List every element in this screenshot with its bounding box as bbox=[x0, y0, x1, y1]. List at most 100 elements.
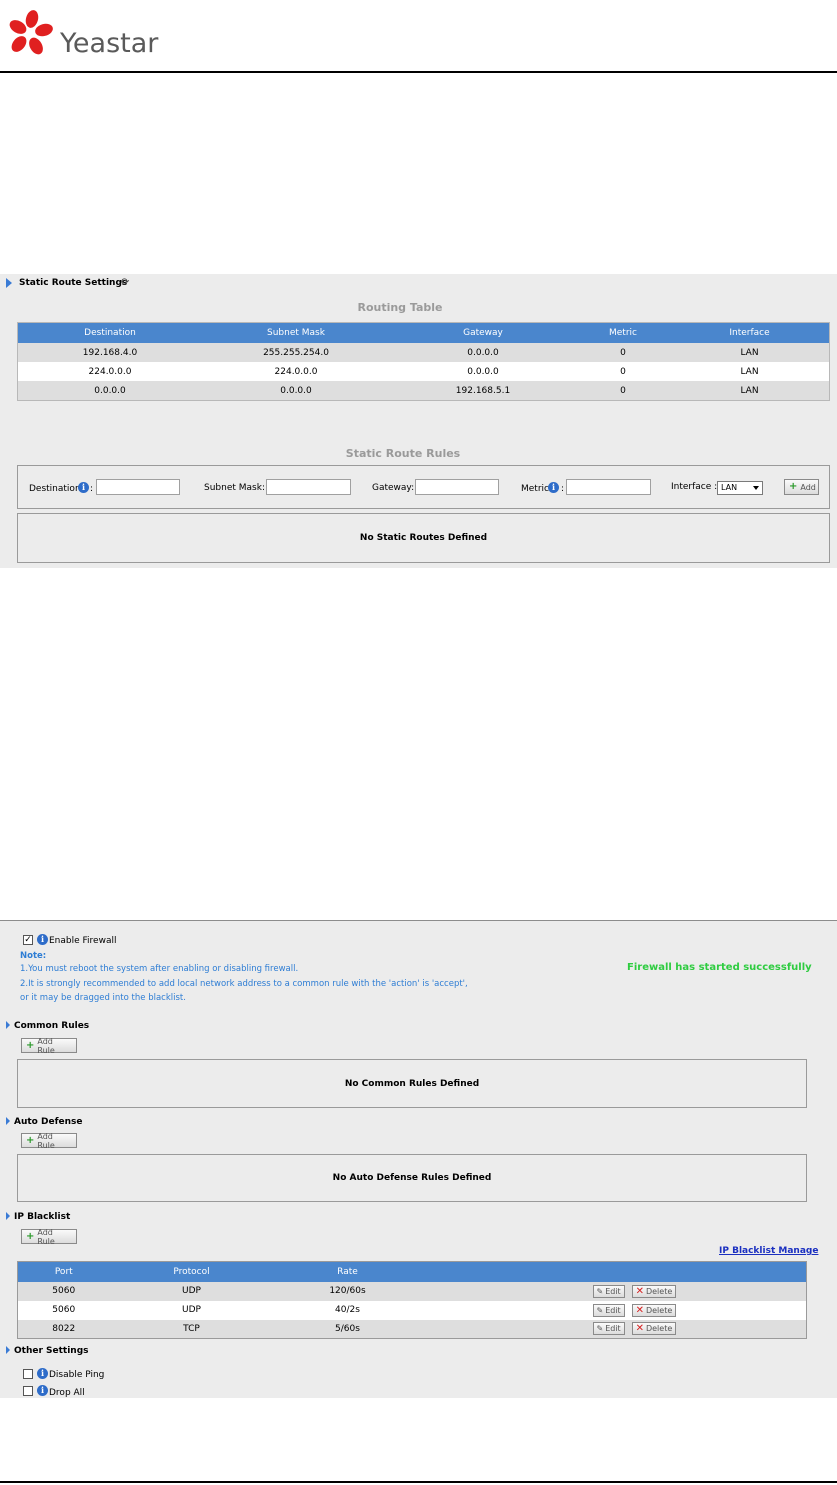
subnet-mask-label: Subnet Mask: bbox=[204, 483, 265, 493]
edit-icon: ✎ bbox=[596, 1324, 604, 1334]
edit-button[interactable]: ✎ Edit bbox=[592, 1303, 625, 1317]
common-rules-expand-icon[interactable] bbox=[6, 1021, 10, 1029]
destination-input[interactable] bbox=[96, 479, 180, 495]
interface-select[interactable]: LAN bbox=[717, 481, 763, 495]
section-expand-icon[interactable] bbox=[6, 278, 12, 288]
edit-button[interactable]: ✎ Edit bbox=[592, 1284, 625, 1298]
col-destination: Destination bbox=[18, 323, 202, 343]
destination-info-icon[interactable]: i bbox=[78, 482, 89, 493]
delete-button[interactable]: ✕ Delete bbox=[631, 1284, 677, 1298]
delete-button[interactable]: ✕ Delete bbox=[631, 1303, 677, 1317]
cell-protocol: UDP bbox=[109, 1300, 274, 1320]
gateway-input[interactable] bbox=[415, 479, 499, 495]
ip-blacklist-manage-link[interactable]: IP Blacklist Manage bbox=[719, 1246, 818, 1256]
col-rate: Rate bbox=[273, 1261, 422, 1282]
cell-interface: LAN bbox=[670, 343, 829, 362]
table-row: 0.0.0.0 0.0.0.0 192.168.5.1 0 LAN bbox=[18, 381, 829, 400]
disable-ping-label: Disable Ping bbox=[49, 1370, 105, 1380]
metric-label: Metric bbox=[521, 484, 549, 494]
header-divider bbox=[0, 71, 837, 73]
yeastar-logo: Yeastar bbox=[6, 8, 176, 64]
delete-icon: ✕ bbox=[635, 1285, 644, 1297]
add-route-button[interactable]: + Add bbox=[784, 479, 819, 495]
yeastar-logo-mark-icon bbox=[9, 10, 53, 55]
metric-info-icon[interactable]: i bbox=[548, 482, 559, 493]
brand-name: Yeastar bbox=[60, 28, 159, 59]
auto-defense-add-rule-label: Add Rule bbox=[37, 1131, 55, 1150]
plus-icon: + bbox=[789, 481, 798, 492]
firewall-panel-border bbox=[0, 920, 837, 921]
no-static-routes-text: No Static Routes Defined bbox=[359, 533, 488, 543]
cell-actions: ✎ Edit ✕ Delete bbox=[421, 1300, 807, 1320]
drop-all-info-icon[interactable]: i bbox=[37, 1385, 48, 1396]
plus-icon: + bbox=[26, 1134, 35, 1146]
ip-blacklist-title: IP Blacklist bbox=[14, 1212, 71, 1222]
cell-actions: ✎ Edit ✕ Delete bbox=[421, 1281, 807, 1301]
routing-table-container: Destination Subnet Mask Gateway Metric I… bbox=[17, 322, 830, 401]
disable-ping-info-icon[interactable]: i bbox=[37, 1368, 48, 1379]
cell-destination: 0.0.0.0 bbox=[18, 381, 202, 400]
cell-destination: 224.0.0.0 bbox=[18, 362, 202, 381]
ip-blacklist-table: Port Protocol Rate 5060 UDP 120/60s ✎ Edi… bbox=[17, 1261, 807, 1339]
auto-defense-expand-icon[interactable] bbox=[6, 1117, 10, 1125]
destination-colon: : bbox=[90, 484, 94, 494]
delete-label: Delete bbox=[645, 1305, 673, 1315]
static-route-title: Static Route Settings bbox=[19, 278, 128, 288]
cell-rate: 120/60s bbox=[273, 1281, 422, 1301]
edit-button[interactable]: ✎ Edit bbox=[592, 1322, 625, 1336]
delete-button[interactable]: ✕ Delete bbox=[631, 1322, 677, 1336]
table-row: 5060 UDP 40/2s ✎ Edit ✕ Delete bbox=[17, 1300, 807, 1320]
cell-interface: LAN bbox=[670, 362, 829, 381]
add-route-label: Add bbox=[800, 482, 816, 492]
interface-select-value: LAN bbox=[721, 483, 738, 492]
refresh-icon[interactable]: ⟳ bbox=[121, 277, 129, 288]
static-route-rules-heading: Static Route Rules bbox=[345, 447, 461, 460]
ip-blacklist-expand-icon[interactable] bbox=[6, 1212, 10, 1220]
common-add-rule-label: Add Rule bbox=[37, 1036, 55, 1055]
cell-actions: ✎ Edit ✕ Delete bbox=[421, 1319, 807, 1339]
table-row: 8022 TCP 5/60s ✎ Edit ✕ Delete bbox=[17, 1319, 807, 1339]
common-rules-title: Common Rules bbox=[14, 1021, 90, 1031]
metric-colon: : bbox=[561, 484, 565, 494]
delete-label: Delete bbox=[645, 1286, 673, 1296]
no-auto-defense-text: No Auto Defense Rules Defined bbox=[332, 1173, 492, 1183]
table-row: 224.0.0.0 224.0.0.0 0.0.0.0 0 LAN bbox=[18, 362, 829, 381]
edit-icon: ✎ bbox=[596, 1286, 604, 1296]
footer-divider bbox=[0, 1481, 837, 1483]
chevron-down-icon bbox=[753, 486, 759, 490]
col-subnet-mask: Subnet Mask bbox=[202, 323, 390, 343]
enable-firewall-label: Enable Firewall bbox=[49, 936, 117, 946]
cell-protocol: TCP bbox=[109, 1319, 274, 1339]
drop-all-label: Drop All bbox=[49, 1388, 85, 1398]
edit-label: Edit bbox=[605, 1305, 621, 1315]
cell-gateway: 0.0.0.0 bbox=[390, 343, 576, 362]
enable-firewall-info-icon[interactable]: i bbox=[37, 934, 48, 945]
no-common-rules-text: No Common Rules Defined bbox=[344, 1078, 480, 1089]
cell-protocol: UDP bbox=[109, 1281, 274, 1301]
ip-blacklist-add-rule-button[interactable]: + Add Rule bbox=[21, 1227, 77, 1246]
no-static-routes-box: No Static Routes Defined bbox=[17, 513, 830, 563]
note-title: Note: bbox=[20, 951, 47, 961]
note-line-1: 1.You must reboot the system after enabl… bbox=[20, 964, 299, 974]
no-common-rules-box: No Common Rules Defined bbox=[17, 1059, 807, 1108]
metric-input[interactable] bbox=[566, 479, 651, 495]
common-add-rule-button[interactable]: + Add Rule bbox=[21, 1036, 77, 1055]
cell-destination: 192.168.4.0 bbox=[18, 343, 202, 362]
plus-icon: + bbox=[26, 1039, 35, 1051]
cell-metric: 0 bbox=[576, 381, 670, 400]
ip-blacklist-add-rule-label: Add Rule bbox=[37, 1227, 55, 1246]
delete-label: Delete bbox=[645, 1324, 673, 1334]
cell-gateway: 192.168.5.1 bbox=[390, 381, 576, 400]
gateway-label: Gateway: bbox=[372, 483, 415, 493]
drop-all-checkbox[interactable] bbox=[23, 1386, 33, 1396]
routing-table-heading: Routing Table bbox=[357, 301, 443, 314]
col-protocol: Protocol bbox=[109, 1261, 274, 1282]
edit-label: Edit bbox=[605, 1286, 621, 1296]
disable-ping-checkbox[interactable] bbox=[23, 1369, 33, 1379]
delete-icon: ✕ bbox=[635, 1323, 644, 1335]
subnet-mask-input[interactable] bbox=[266, 479, 351, 495]
auto-defense-add-rule-button[interactable]: + Add Rule bbox=[21, 1131, 77, 1150]
cell-port: 8022 bbox=[17, 1319, 110, 1339]
other-settings-expand-icon[interactable] bbox=[6, 1346, 10, 1354]
enable-firewall-checkbox[interactable]: ✓ bbox=[23, 935, 33, 945]
